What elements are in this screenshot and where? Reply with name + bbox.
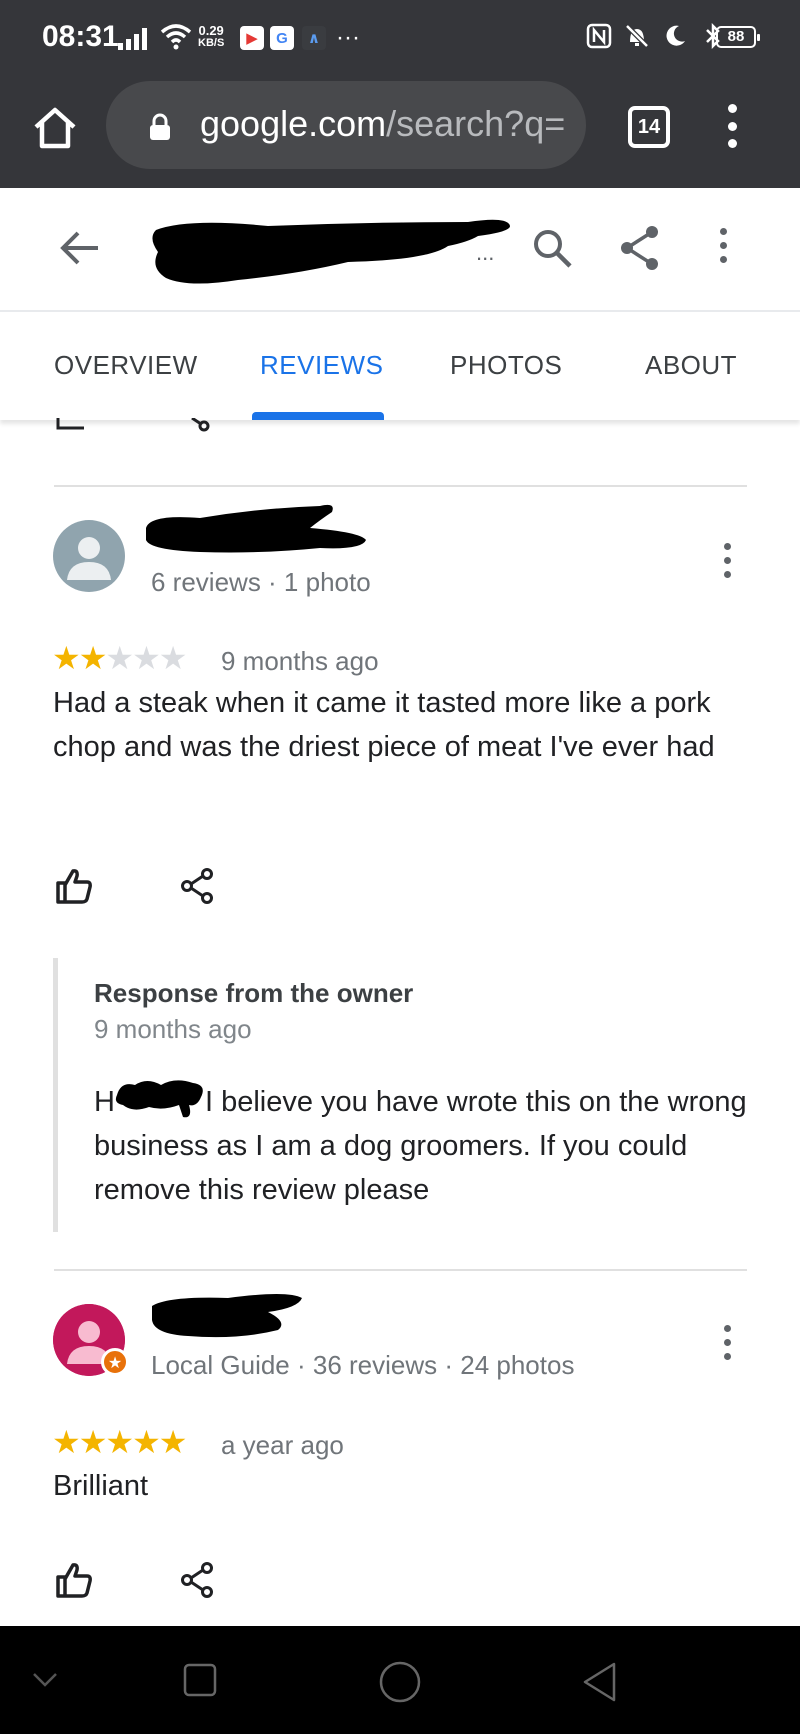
star-filled-icon: ★	[78, 640, 108, 676]
star-empty-icon: ★	[132, 640, 161, 676]
app-notification-icon: ∧	[302, 26, 326, 50]
review-time: a year ago	[221, 1430, 344, 1460]
search-icon[interactable]	[530, 226, 574, 275]
partially-hidden-actions	[54, 416, 214, 437]
battery-icon: 88	[716, 26, 760, 48]
star-filled-icon: ★	[105, 1424, 134, 1460]
tab-switcher-button[interactable]: 14	[628, 106, 670, 148]
status-time: 08:31	[42, 20, 119, 53]
owner-response-title: Response from the owner	[94, 978, 414, 1008]
divider	[54, 1269, 747, 1271]
local-guide-badge-icon: ★	[101, 1348, 129, 1376]
browser-menu-button[interactable]	[724, 104, 740, 148]
signal-icon	[118, 26, 147, 50]
redacted-place-name	[148, 212, 518, 299]
recents-button-icon[interactable]	[182, 1662, 218, 1703]
more-notifications-icon: ···	[336, 24, 360, 51]
redacted-reviewer-name[interactable]	[148, 1286, 308, 1353]
star-empty-icon: ★	[158, 640, 188, 676]
home-nav-icon[interactable]	[378, 1660, 422, 1709]
mute-bell-icon	[623, 22, 651, 50]
star-filled-icon: ★	[78, 1424, 108, 1460]
redacted-name	[115, 1080, 205, 1118]
share-icon[interactable]	[618, 224, 662, 277]
star-filled-icon: ★	[158, 1424, 188, 1460]
reviewer-avatar[interactable]: ★	[53, 1304, 129, 1376]
star-rating: ★ ★ ★ ★ ★	[52, 639, 188, 677]
review-text: Had a steak when it came it tasted more …	[53, 687, 715, 763]
star-filled-icon: ★	[52, 640, 81, 676]
active-tab-indicator	[252, 412, 384, 420]
tab-about[interactable]: ABOUT	[645, 350, 737, 381]
owner-response-bar	[53, 958, 58, 1232]
more-options-icon[interactable]	[720, 228, 727, 263]
wifi-icon	[160, 22, 192, 55]
review-time: 9 months ago	[221, 646, 379, 676]
like-icon[interactable]	[54, 1560, 94, 1605]
share-review-icon[interactable]	[178, 866, 218, 911]
title-ellipsis: ...	[476, 240, 495, 265]
lock-icon	[148, 112, 172, 147]
divider	[54, 485, 747, 487]
tab-overview[interactable]: OVERVIEW	[54, 350, 198, 381]
review-more-icon[interactable]	[724, 543, 731, 578]
url-text[interactable]: google.com/search?q=	[200, 103, 565, 145]
tab-photos[interactable]: PHOTOS	[450, 350, 562, 381]
like-icon[interactable]	[54, 866, 94, 911]
nav-collapse-icon[interactable]	[30, 1664, 60, 1699]
owner-response-text: HI believe you have wrote this on the wr…	[94, 1080, 754, 1212]
star-filled-icon: ★	[52, 1424, 81, 1460]
nfc-icon	[585, 22, 613, 50]
redacted-reviewer-name[interactable]	[140, 498, 370, 565]
youtube-notification-icon: ▶	[240, 26, 264, 50]
back-nav-icon[interactable]	[580, 1660, 620, 1709]
tab-reviews[interactable]: REVIEWS	[260, 350, 383, 381]
star-filled-icon: ★	[132, 1424, 161, 1460]
system-icons	[585, 22, 727, 50]
star-rating: ★ ★ ★ ★ ★	[52, 1423, 188, 1461]
star-empty-icon: ★	[105, 640, 134, 676]
reviewer-avatar[interactable]	[53, 520, 125, 592]
network-speed: 0.29 KB/S	[198, 23, 225, 49]
reviewer-meta: 6 reviews · 1 photo	[151, 567, 371, 597]
back-arrow-icon[interactable]	[58, 228, 102, 273]
home-button[interactable]	[30, 103, 80, 153]
review-text: Brilliant	[53, 1470, 149, 1502]
share-review-icon[interactable]	[178, 1560, 218, 1605]
google-notification-icon: G	[270, 26, 294, 50]
reviewer-meta: Local Guide · 36 reviews · 24 photos	[151, 1350, 575, 1380]
review-more-icon[interactable]	[724, 1325, 731, 1360]
moon-icon	[661, 22, 689, 50]
owner-response-time: 9 months ago	[94, 1014, 252, 1044]
